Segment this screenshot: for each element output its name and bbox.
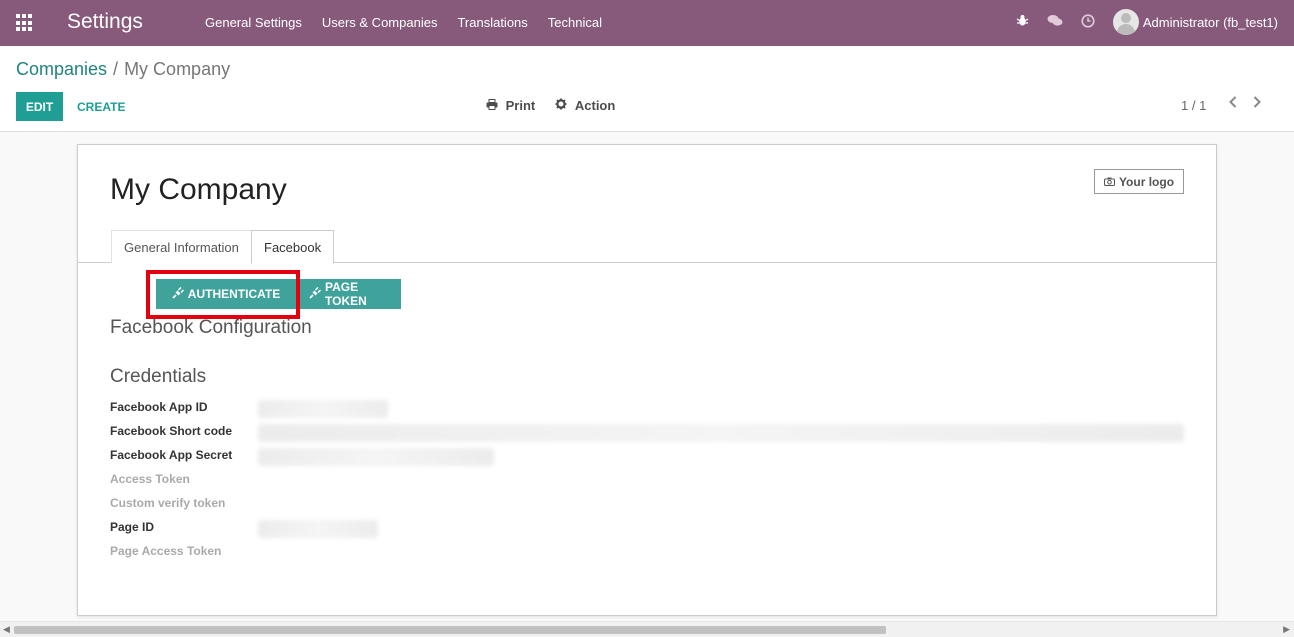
horizontal-scrollbar[interactable]: ◀ ▶ xyxy=(0,621,1294,637)
facebook-configuration-title: Facebook Configuration xyxy=(110,317,312,338)
main-menu: General Settings Users & Companies Trans… xyxy=(205,15,602,30)
action-dropdown[interactable]: Action xyxy=(555,98,615,113)
gear-icon xyxy=(555,98,571,113)
tab-facebook[interactable]: Facebook xyxy=(251,230,335,264)
field-label-custom-verify-token: Custom verify token xyxy=(110,496,226,510)
navbar-right: Administrator (fb_test1) xyxy=(1016,9,1278,35)
menu-translations[interactable]: Translations xyxy=(457,15,527,30)
avatar xyxy=(1112,9,1139,35)
top-navbar: Settings General Settings Users & Compan… xyxy=(0,0,1294,46)
pager-next-icon[interactable] xyxy=(1252,95,1262,113)
company-name: My Company xyxy=(110,173,287,206)
page-token-label: PAGE TOKEN xyxy=(325,280,367,308)
chat-icon[interactable] xyxy=(1047,14,1063,30)
app-title: Settings xyxy=(67,10,143,33)
page-token-button[interactable]: PAGE TOKEN xyxy=(299,279,401,309)
credentials-title: Credentials xyxy=(110,366,207,387)
breadcrumb-current: My Company xyxy=(124,59,231,79)
menu-technical[interactable]: Technical xyxy=(548,15,602,30)
scroll-right-icon[interactable]: ▶ xyxy=(1283,624,1290,635)
clock-icon[interactable] xyxy=(1081,13,1095,31)
pager-value[interactable]: 1 / 1 xyxy=(1181,98,1206,113)
form-sheet: My Company Your logo General Information… xyxy=(77,144,1217,616)
action-label: Action xyxy=(574,98,616,113)
logo-label: Your logo xyxy=(1118,174,1175,189)
scrollbar-thumb[interactable] xyxy=(14,626,886,634)
field-label-page-access-token: Page Access Token xyxy=(110,544,222,558)
user-name: Administrator (fb_test1) xyxy=(1142,14,1278,30)
print-label: Print xyxy=(505,98,536,113)
facebook-button-row: AUTHENTICATE PAGE TOKEN xyxy=(156,279,401,309)
pager-arrows xyxy=(1228,95,1262,113)
apps-menu-icon[interactable] xyxy=(16,14,34,32)
field-label-page-id: Page ID xyxy=(110,520,155,534)
menu-users-companies[interactable]: Users & Companies xyxy=(322,15,438,30)
field-value-app-id[interactable] xyxy=(258,400,388,418)
field-label-access-token: Access Token xyxy=(110,472,190,486)
menu-general-settings[interactable]: General Settings xyxy=(205,15,302,30)
plug-icon xyxy=(309,286,322,302)
sidebar-actions: Print Action xyxy=(486,98,615,113)
breadcrumb: Companies / My Company xyxy=(16,59,230,80)
plug-icon xyxy=(172,286,184,302)
notebook-tabs: General Information Facebook xyxy=(78,230,1216,264)
authenticate-label: AUTHENTICATE xyxy=(187,287,281,301)
authenticate-button[interactable]: AUTHENTICATE xyxy=(156,279,296,309)
scroll-left-icon[interactable]: ◀ xyxy=(3,624,10,635)
create-button[interactable]: CREATE xyxy=(77,92,125,121)
edit-button[interactable]: EDIT xyxy=(16,92,63,121)
breadcrumb-companies[interactable]: Companies xyxy=(16,59,107,79)
print-dropdown[interactable]: Print xyxy=(486,98,535,113)
tab-general-information[interactable]: General Information xyxy=(111,230,252,263)
camera-icon xyxy=(1103,175,1115,189)
breadcrumb-separator: / xyxy=(113,59,119,79)
field-label-app-secret: Facebook App Secret xyxy=(110,448,233,462)
bug-icon[interactable] xyxy=(1016,14,1029,30)
field-value-short-code[interactable] xyxy=(258,424,1184,442)
field-label-short-code: Facebook Short code xyxy=(110,424,233,438)
field-label-app-id: Facebook App ID xyxy=(110,400,208,414)
logo-upload[interactable]: Your logo xyxy=(1094,169,1184,194)
field-value-page-id[interactable] xyxy=(258,520,378,538)
control-panel: Companies / My Company EDIT CREATE Print A… xyxy=(0,46,1294,132)
field-value-app-secret[interactable] xyxy=(258,448,494,466)
user-menu[interactable]: Administrator (fb_test1) xyxy=(1112,9,1278,35)
pager-previous-icon[interactable] xyxy=(1228,95,1238,113)
print-icon xyxy=(486,98,502,113)
